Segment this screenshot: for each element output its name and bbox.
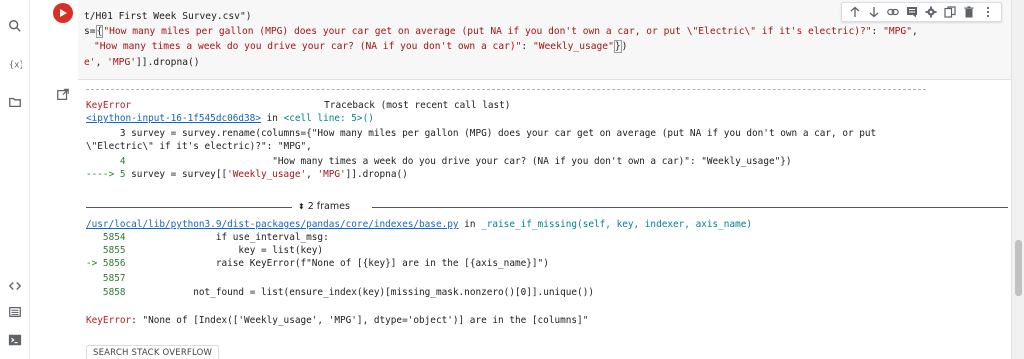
code-line-3: "How many times a week do you drive your… <box>94 40 628 53</box>
source-line: 5857 <box>86 273 126 284</box>
function-signature: _raise_if_missing(self, key, indexer, ax… <box>481 219 753 230</box>
collapsed-frames[interactable]: ⬍ 2 frames <box>86 201 1008 213</box>
cell-output: KeyError Traceback (most recent call last… <box>78 80 1011 359</box>
frames-toggle[interactable]: ⬍ 2 frames <box>298 201 350 212</box>
run-cell-button[interactable] <box>53 3 73 23</box>
ipython-input-link[interactable]: <ipython-input-16-1f545dc06d38> <box>86 113 261 124</box>
search-stack-overflow-button[interactable]: SEARCH STACK OVERFLOW <box>86 345 220 359</box>
comment-icon[interactable] <box>905 5 919 19</box>
cell-gutter <box>30 0 78 359</box>
source-line: 5854 if use_interval_msg: <box>86 232 329 243</box>
code-line-1: t/H01 First Week Survey.csv") <box>84 11 252 22</box>
arrow-up-icon[interactable] <box>848 5 862 19</box>
error-type: KeyError <box>86 100 132 111</box>
settings-icon[interactable] <box>924 5 938 19</box>
traceback-label: Traceback (most recent call last) <box>324 100 511 111</box>
scrollbar-thumb[interactable] <box>1015 240 1022 296</box>
expand-collapse-icon: ⬍ <box>298 202 305 211</box>
page-scrollbar[interactable] <box>1011 0 1024 359</box>
output-actions-icon[interactable] <box>56 87 70 101</box>
frames-divider-left <box>86 207 292 208</box>
context-line-3: 3 survey = survey.rename(columns={"How m… <box>86 128 877 139</box>
code-line-2: s={"How many miles per gallon (MPG) does… <box>84 25 918 38</box>
files-icon[interactable] <box>7 94 23 110</box>
traceback-header: KeyError Traceback (most recent call last… <box>86 100 510 112</box>
source-line-current: -> 5856 raise KeyError(f"None of [{key}]… <box>86 258 549 269</box>
context-line-4: 4 "How many times a week do you drive yo… <box>86 156 792 167</box>
left-sidebar: {x} <box>0 0 30 359</box>
svg-text:{x}: {x} <box>9 61 22 71</box>
more-options-icon[interactable] <box>981 5 995 19</box>
context-line-5: ----> 5 survey = survey[['Weekly_usage',… <box>86 169 408 180</box>
command-palette-icon[interactable] <box>7 304 23 320</box>
variables-icon[interactable]: {x} <box>7 56 23 72</box>
search-icon[interactable] <box>7 18 23 34</box>
mirror-cell-icon[interactable] <box>943 5 957 19</box>
source-line: 5858 not_found = list(ensure_index(key)[… <box>86 287 594 298</box>
arrow-down-icon[interactable] <box>867 5 881 19</box>
terminal-icon[interactable] <box>7 332 23 348</box>
code-line-4: e', 'MPG']].dropna() <box>84 57 200 68</box>
traceback-location: <ipython-input-16-1f545dc06d38> in <cell… <box>86 113 374 124</box>
delete-icon[interactable] <box>962 5 976 19</box>
frame-location: /usr/local/lib/python3.9/dist-packages/p… <box>86 219 753 230</box>
traceback-separator <box>86 89 926 90</box>
final-error-message: KeyError: "None of [Index(['Weekly_usage… <box>86 315 589 326</box>
source-file-link[interactable]: /usr/local/lib/python3.9/dist-packages/p… <box>86 219 459 230</box>
cell-toolbar <box>841 2 1002 22</box>
source-line: 5855 key = list(key) <box>86 245 324 256</box>
link-icon[interactable] <box>886 5 900 19</box>
frames-divider-right <box>372 207 1008 208</box>
cell-line-ref: <cell line: 5>() <box>283 113 374 124</box>
code-snippets-icon[interactable] <box>7 278 23 294</box>
context-line-3-cont: \"Electric\" if it's electric)?": "MPG", <box>86 141 312 152</box>
